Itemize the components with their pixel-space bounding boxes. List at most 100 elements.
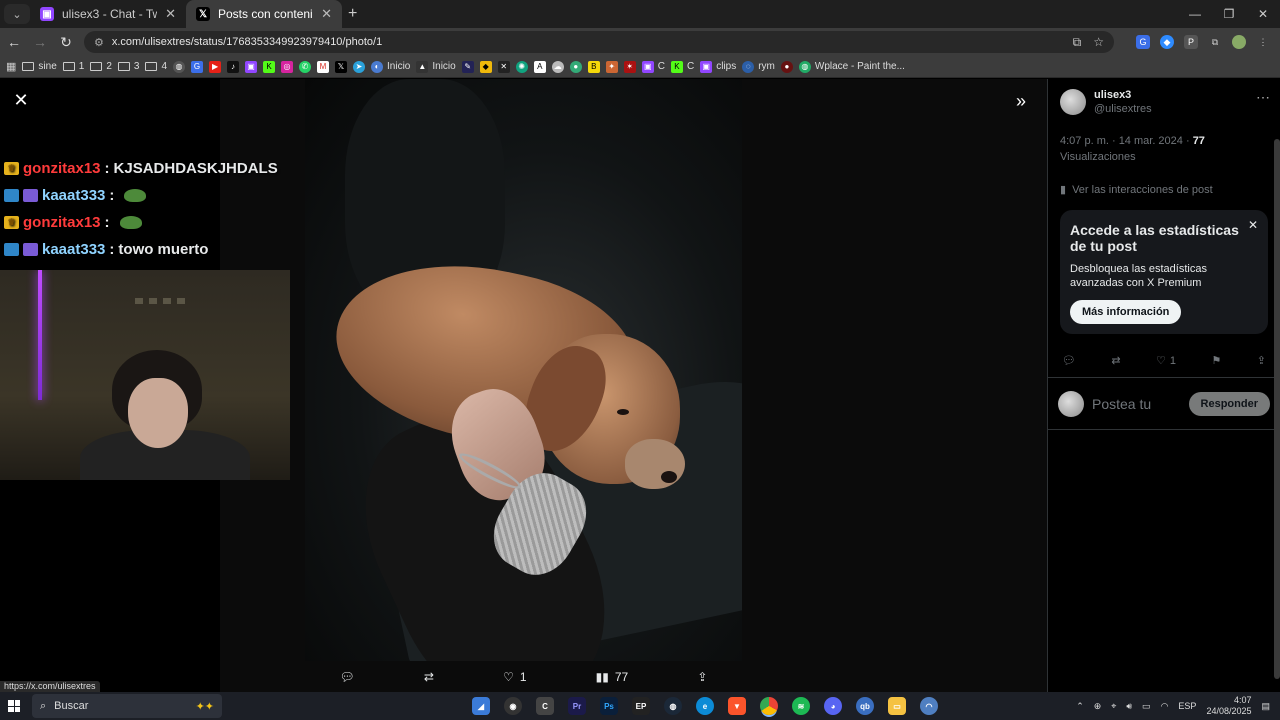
chrome-icon[interactable] xyxy=(760,697,778,715)
site-info-icon[interactable]: ⚙ xyxy=(94,36,104,49)
more-options-icon[interactable]: ⋯ xyxy=(1256,89,1270,115)
share-icon[interactable]: ⇪ xyxy=(1257,354,1266,367)
address-bar[interactable]: ⚙ x.com/ulisextres/status/17683533499239… xyxy=(84,31,1114,53)
reply-input[interactable]: Postea tu xyxy=(1092,396,1181,412)
post-timestamp[interactable]: 4:07 p. m. · 14 mar. 2024 · xyxy=(1060,135,1190,147)
app-icon-blue[interactable]: ◢ xyxy=(472,697,490,715)
bookmark-globe[interactable]: ◍ xyxy=(173,60,186,73)
bookmark-c-twitch[interactable]: ▣ C xyxy=(641,60,665,73)
bookmark-c-kick[interactable]: KC xyxy=(670,60,694,73)
translate-extension-icon[interactable]: G xyxy=(1136,35,1150,49)
share-button[interactable]: ⇪ xyxy=(697,670,707,684)
clock[interactable]: 4:07 24/08/2025 xyxy=(1206,695,1251,717)
bookmark-telegram[interactable]: ➤ xyxy=(353,60,366,73)
reply-submit-button[interactable]: Responder xyxy=(1188,391,1270,416)
edge-icon[interactable]: e xyxy=(696,697,714,715)
app-icon-cloud[interactable]: ◠ xyxy=(920,697,938,715)
back-icon[interactable]: ← xyxy=(2,30,26,54)
bookmark-a[interactable]: A xyxy=(533,60,546,73)
close-tab-icon[interactable]: ✕ xyxy=(321,6,332,22)
chevron-up-icon[interactable]: ⌃ xyxy=(1076,701,1084,712)
bookmark-pen[interactable]: ✎ xyxy=(461,60,474,73)
views-button[interactable]: ▮▮ 77 xyxy=(596,670,629,684)
author-name[interactable]: ulisex3 xyxy=(1094,89,1152,101)
bookmark-fox[interactable]: ✦ xyxy=(605,60,618,73)
expand-sidebar-icon[interactable]: » xyxy=(1016,91,1026,112)
scrollbar[interactable] xyxy=(1274,139,1280,679)
new-tab-button[interactable]: + xyxy=(348,5,357,23)
view-interactions-link[interactable]: ▮ Ver las interacciones de post xyxy=(1048,165,1280,197)
spotify-icon[interactable]: ≋ xyxy=(792,697,810,715)
reload-icon[interactable]: ↻ xyxy=(54,30,78,54)
language-indicator[interactable]: ESP xyxy=(1178,701,1196,711)
post-photo[interactable] xyxy=(305,79,742,661)
photoshop-icon[interactable]: Ps xyxy=(600,697,618,715)
notifications-icon[interactable]: ▤ xyxy=(1261,701,1270,712)
restore-icon[interactable]: ❐ xyxy=(1212,0,1246,28)
bookmark-inicio-1[interactable]: ◐ Inicio xyxy=(371,60,410,73)
bookmark-folder-3[interactable]: 3 xyxy=(117,61,139,72)
controller-icon[interactable]: ⊕ xyxy=(1094,701,1102,712)
bookmark-kick[interactable]: K xyxy=(263,60,276,73)
bookmark-rym[interactable]: ◌ rym xyxy=(742,60,775,73)
close-media-icon[interactable]: ✕ xyxy=(12,90,30,110)
taskbar-search[interactable]: ⌕ Buscar ✦✦ xyxy=(32,694,222,718)
bookmark-folder-sine[interactable]: sine xyxy=(22,61,57,72)
tab-twitch-chat[interactable]: ▣ ulisex3 - Chat - Twitch ✕ xyxy=(30,0,186,28)
discord-icon[interactable]: ◕ xyxy=(824,697,842,715)
bookmark-folder-4[interactable]: 4 xyxy=(145,61,167,72)
c-app-icon[interactable]: C xyxy=(536,697,554,715)
brave-icon[interactable]: ▼ xyxy=(728,697,746,715)
p-extension-icon[interactable]: P xyxy=(1184,35,1198,49)
tab-x-media[interactable]: 𝕏 Posts con contenido multimedia ✕ xyxy=(186,0,342,28)
volume-icon[interactable]: 🔊︎ xyxy=(1126,701,1132,712)
battery-icon[interactable]: ▭ xyxy=(1142,701,1151,712)
bookmark-gmail[interactable]: M xyxy=(317,60,330,73)
bookmark-instagram[interactable]: ◎ xyxy=(281,60,294,73)
menu-kebab-icon[interactable]: ⋮ xyxy=(1256,35,1270,49)
bookmark-folder-1[interactable]: 1 xyxy=(62,61,84,72)
bookmark-b[interactable]: B xyxy=(587,60,600,73)
forward-icon[interactable]: → xyxy=(28,30,52,54)
bookmark-whatsapp[interactable]: ✆ xyxy=(299,60,312,73)
reply-icon[interactable]: 💬︎ xyxy=(1062,354,1076,367)
minimize-icon[interactable]: — xyxy=(1178,0,1212,28)
wifi-icon[interactable]: ◠ xyxy=(1161,701,1169,712)
like-button[interactable]: ♡ 1 xyxy=(503,670,526,684)
bookmark-binance[interactable]: ◆ xyxy=(479,60,492,73)
bookmark-youtube[interactable]: ▶ xyxy=(209,60,222,73)
start-button[interactable] xyxy=(0,700,28,712)
steam-icon[interactable]: ◍ xyxy=(664,697,682,715)
bookmark-clips[interactable]: ▣ clips xyxy=(700,60,736,73)
bookmark-red-circle[interactable]: ● xyxy=(780,60,793,73)
repost-button[interactable]: ⇄ xyxy=(424,670,434,684)
premiere-icon[interactable]: Pr xyxy=(568,697,586,715)
close-tab-icon[interactable]: ✕ xyxy=(165,6,176,22)
bookmark-folder-2[interactable]: 2 xyxy=(90,61,112,72)
bookmark-green[interactable]: ● xyxy=(569,60,582,73)
bookmark-wplace[interactable]: ◍ Wplace - Paint the... xyxy=(798,60,905,73)
tab-search-button[interactable]: ⌄ xyxy=(4,4,30,24)
bookmark-red[interactable]: ✶ xyxy=(623,60,636,73)
close-promo-icon[interactable]: ✕ xyxy=(1248,218,1258,232)
author-handle[interactable]: @ulisextres xyxy=(1094,103,1152,115)
bookmark-tiktok[interactable]: ♪ xyxy=(227,60,240,73)
file-explorer-icon[interactable]: ▭ xyxy=(888,697,906,715)
profile-avatar-icon[interactable] xyxy=(1232,35,1246,49)
obs-icon[interactable]: ◉ xyxy=(504,697,522,715)
bookmark-inicio-2[interactable]: ▲ Inicio xyxy=(416,60,456,73)
bookmark-star-icon[interactable]: ☆ xyxy=(1093,35,1104,50)
qbittorrent-icon[interactable]: qb xyxy=(856,697,874,715)
bookmark-icon[interactable]: ⚑ xyxy=(1211,354,1221,367)
apps-grid-icon[interactable]: ▦ xyxy=(6,60,16,73)
bookmark-cloud[interactable]: ☁ xyxy=(551,60,564,73)
like-button[interactable]: ♡ 1 xyxy=(1156,354,1176,368)
bookmark-translate[interactable]: G xyxy=(191,60,204,73)
blue-extension-icon[interactable]: ◆ xyxy=(1160,35,1174,49)
extensions-puzzle-icon[interactable]: ⧉ xyxy=(1208,35,1222,49)
install-app-icon[interactable]: ⧉ xyxy=(1073,35,1082,50)
bookmark-x[interactable]: 𝕏 xyxy=(335,60,348,73)
repost-icon[interactable]: ⇄ xyxy=(1111,354,1120,367)
avatar[interactable] xyxy=(1060,89,1086,115)
close-window-icon[interactable]: ✕ xyxy=(1246,0,1280,28)
